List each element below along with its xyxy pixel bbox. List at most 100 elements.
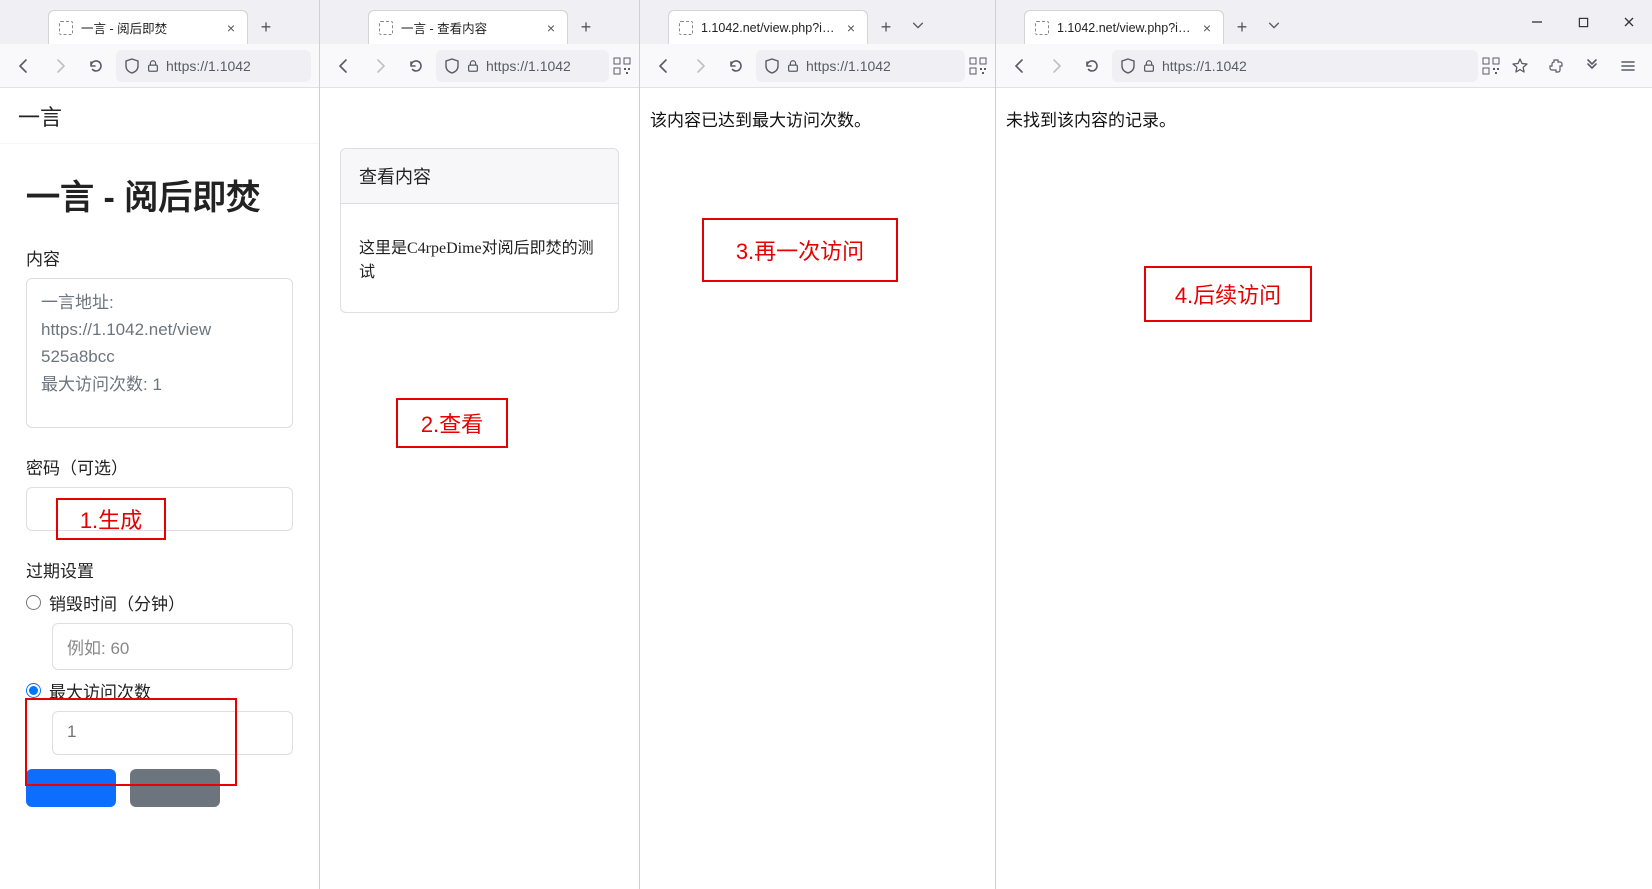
radio-label: 最大访问次数	[49, 678, 151, 703]
lock-icon	[466, 59, 480, 73]
tabs-dropdown-button[interactable]	[1258, 9, 1290, 41]
url-bar[interactable]: https://1.1042	[1112, 50, 1478, 82]
tab-title: 1.1042.net/view.php?id=32	[701, 21, 835, 35]
expire-label: 过期设置	[26, 557, 293, 582]
content-label: 内容	[26, 245, 293, 270]
radio-label: 销毁时间（分钟）	[49, 590, 185, 615]
qr-icon[interactable]	[969, 57, 987, 75]
radio-input[interactable]	[26, 595, 41, 610]
forward-button[interactable]	[1040, 50, 1072, 82]
qr-icon[interactable]	[613, 57, 631, 75]
tab-active[interactable]: 一言 - 查看内容 ×	[368, 10, 568, 44]
url-bar[interactable]: https://1.1042	[756, 50, 965, 82]
secondary-button[interactable]	[130, 769, 220, 807]
content-line: 525a8bcc	[41, 343, 278, 370]
window-controls	[1514, 0, 1652, 44]
back-button[interactable]	[8, 50, 40, 82]
password-label: 密码（可选）	[26, 454, 293, 479]
url-bar[interactable]: https://1.1042	[436, 50, 609, 82]
bookmark-button[interactable]	[1504, 50, 1536, 82]
tabs-dropdown-button[interactable]	[902, 9, 934, 41]
toolbar: https://1.1042	[996, 44, 1652, 88]
content-line: 最大访问次数: 1	[41, 371, 278, 398]
radio-max-visits[interactable]: 最大访问次数	[26, 678, 293, 703]
forward-button[interactable]	[364, 50, 396, 82]
password-input[interactable]	[26, 487, 293, 531]
favicon-icon	[679, 21, 693, 35]
url-bar[interactable]: https://1.1042	[116, 50, 311, 82]
tab-strip: 1.1042.net/view.php?id=32 × +	[996, 0, 1652, 44]
favicon-icon	[379, 21, 393, 35]
new-tab-button[interactable]: +	[572, 13, 600, 41]
content: 一言 一言 - 阅后即焚 内容 一言地址: https://1.1042.net…	[0, 88, 319, 889]
tab-title: 一言 - 查看内容	[401, 18, 535, 37]
max-visits-input[interactable]: 1	[52, 711, 293, 755]
shield-icon	[124, 58, 140, 74]
reload-button[interactable]	[80, 50, 112, 82]
qr-icon[interactable]	[1482, 57, 1500, 75]
radio-input[interactable]	[26, 683, 41, 698]
back-button[interactable]	[1004, 50, 1036, 82]
new-tab-button[interactable]: +	[252, 13, 280, 41]
tab-title: 一言 - 阅后即焚	[81, 18, 215, 37]
annotation: 4.后续访问	[1144, 266, 1312, 322]
destroy-time-input[interactable]: 例如: 60	[52, 623, 293, 670]
shield-icon	[1120, 58, 1136, 74]
tab-active[interactable]: 一言 - 阅后即焚 ×	[48, 10, 248, 44]
overflow-button[interactable]	[1576, 50, 1608, 82]
url-text: https://1.1042	[1162, 58, 1470, 74]
toolbar: https://1.1042	[640, 44, 995, 88]
content: 该内容已达到最大访问次数。 3.再一次访问	[640, 88, 995, 889]
radio-destroy-time[interactable]: 销毁时间（分钟）	[26, 590, 293, 615]
window-4: 1.1042.net/view.php?id=32 × +	[996, 0, 1652, 889]
page-title: 一言 - 阅后即焚	[26, 170, 293, 219]
extensions-button[interactable]	[1540, 50, 1572, 82]
close-icon[interactable]: ×	[223, 20, 239, 36]
forward-button[interactable]	[684, 50, 716, 82]
back-button[interactable]	[648, 50, 680, 82]
reload-button[interactable]	[720, 50, 752, 82]
favicon-icon	[59, 21, 73, 35]
page-navbar-brand: 一言	[0, 88, 319, 144]
lock-icon	[146, 59, 160, 73]
annotation: 3.再一次访问	[702, 218, 898, 282]
content-textarea[interactable]: 一言地址: https://1.1042.net/view 525a8bcc 最…	[26, 278, 293, 428]
tab-active[interactable]: 1.1042.net/view.php?id=32 ×	[668, 10, 868, 44]
menu-button[interactable]	[1612, 50, 1644, 82]
shield-icon	[444, 58, 460, 74]
new-tab-button[interactable]: +	[872, 13, 900, 41]
view-card: 查看内容 这里是C4rpeDime对阅后即焚的测试	[340, 148, 619, 313]
shield-icon	[764, 58, 780, 74]
card-header: 查看内容	[341, 149, 618, 204]
maximize-button[interactable]	[1560, 6, 1606, 38]
card-body: 这里是C4rpeDime对阅后即焚的测试	[341, 204, 618, 312]
tab-strip: 一言 - 查看内容 × +	[320, 0, 639, 44]
toolbar: https://1.1042	[320, 44, 639, 88]
close-icon[interactable]: ×	[1199, 20, 1215, 36]
toolbar: https://1.1042	[0, 44, 319, 88]
window-2: 一言 - 查看内容 × + https://1.1042 查看内	[320, 0, 640, 889]
new-tab-button[interactable]: +	[1228, 13, 1256, 41]
url-text: https://1.1042	[486, 58, 601, 74]
reload-button[interactable]	[400, 50, 432, 82]
minimize-button[interactable]	[1514, 6, 1560, 38]
close-icon[interactable]: ×	[543, 20, 559, 36]
window-1: 一言 - 阅后即焚 × + https://1.1042 一言 一言 - 阅后即…	[0, 0, 320, 889]
annotation: 2.查看	[396, 398, 508, 448]
favicon-icon	[1035, 21, 1049, 35]
reload-button[interactable]	[1076, 50, 1108, 82]
tab-active[interactable]: 1.1042.net/view.php?id=32 ×	[1024, 10, 1224, 44]
close-icon[interactable]: ×	[843, 20, 859, 36]
back-button[interactable]	[328, 50, 360, 82]
message: 未找到该内容的记录。	[996, 88, 1652, 149]
close-window-button[interactable]	[1606, 6, 1652, 38]
message: 该内容已达到最大访问次数。	[640, 88, 995, 149]
lock-icon	[786, 59, 800, 73]
content-line: 一言地址: https://1.1042.net/view	[41, 289, 278, 343]
tab-strip: 1.1042.net/view.php?id=32 × +	[640, 0, 995, 44]
lock-icon	[1142, 59, 1156, 73]
forward-button[interactable]	[44, 50, 76, 82]
url-text: https://1.1042	[806, 58, 957, 74]
content: 未找到该内容的记录。 4.后续访问	[996, 88, 1652, 889]
submit-button[interactable]	[26, 769, 116, 807]
